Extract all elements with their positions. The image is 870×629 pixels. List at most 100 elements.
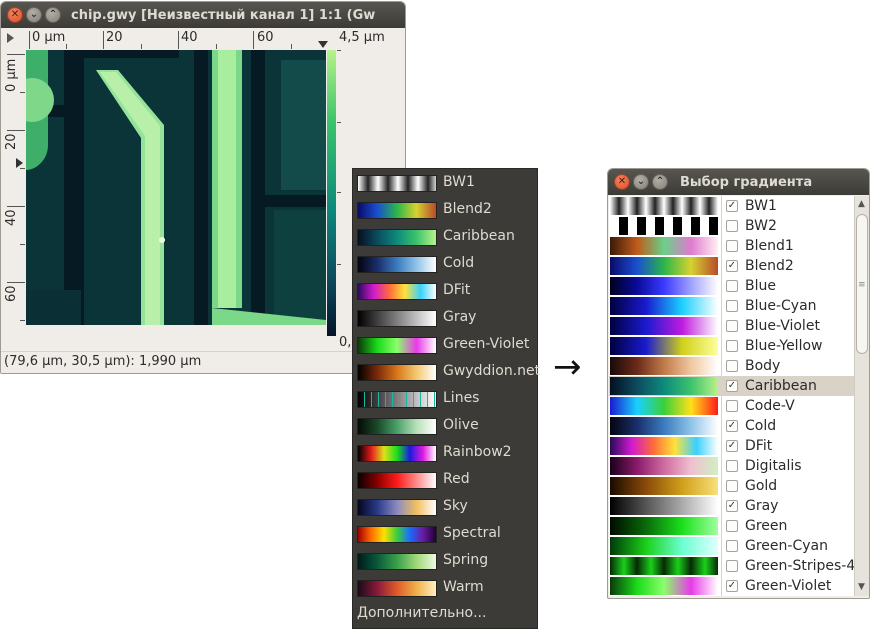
menu-item-green-violet[interactable]: Green-Violet — [353, 332, 539, 359]
gradient-row-label: Green-Cyan — [745, 538, 828, 554]
vertical-ruler: 0 µm 20 40 60 — [1, 50, 25, 325]
gradient-row-label: Gray — [745, 498, 779, 514]
visibility-checkbox[interactable] — [726, 320, 738, 332]
gradient-row-blend1[interactable]: Blend1 — [609, 236, 854, 256]
scroll-down-icon[interactable]: ▼ — [858, 582, 865, 592]
gradient-popup-menu: BW1 Blend2 Caribbean Cold DFit Gray Gree… — [352, 168, 540, 629]
gradient-row-green[interactable]: Green — [609, 516, 854, 536]
gradient-row-bw2[interactable]: BW2 — [609, 216, 854, 236]
vertical-scrollbar[interactable]: ▲ ≡ ▼ — [854, 196, 869, 596]
chip-image — [26, 50, 326, 325]
menu-item-bw1[interactable]: BW1 — [353, 170, 539, 197]
menu-item-red[interactable]: Red — [353, 467, 539, 494]
gradient-row-bw1[interactable]: ✓ BW1 — [609, 196, 854, 216]
vruler-label: 0 µm — [4, 58, 19, 92]
menu-item-olive[interactable]: Olive — [353, 413, 539, 440]
menu-item-gwyddion-net[interactable]: Gwyddion.net — [353, 359, 540, 386]
minimize-icon[interactable]: ⌄ — [633, 174, 649, 190]
dialog-titlebar[interactable]: ✕ ⌄ ⌃ Выбор градиента — [608, 169, 869, 195]
visibility-checkbox[interactable] — [726, 560, 738, 572]
visibility-checkbox[interactable] — [726, 400, 738, 412]
gradient-row-blue-cyan[interactable]: Blue-Cyan — [609, 296, 854, 316]
gradient-row-blue-violet[interactable]: Blue-Violet — [609, 316, 854, 336]
gradient-row-blue[interactable]: Blue — [609, 276, 854, 296]
gradient-list[interactable]: ✓ BW1 BW2 Blend1 ✓ Blend2 Blue Blue-Cyan — [609, 196, 854, 596]
visibility-checkbox[interactable]: ✓ — [726, 380, 738, 392]
visibility-checkbox[interactable] — [726, 460, 738, 472]
visibility-checkbox[interactable]: ✓ — [726, 580, 738, 592]
olive-gradient-swatch-icon — [357, 418, 437, 435]
visibility-checkbox[interactable]: ✓ — [726, 440, 738, 452]
visibility-checkbox[interactable] — [726, 540, 738, 552]
warm-gradient-swatch-icon — [357, 580, 437, 597]
gradient-row-label: Digitalis — [745, 458, 802, 474]
image-window-titlebar[interactable]: ✕ ⌄ ⌃ chip.gwy [Неизвестный канал 1] 1:1… — [1, 2, 405, 28]
menu-item-caribbean[interactable]: Caribbean — [353, 224, 539, 251]
gradient-row-blend2[interactable]: ✓ Blend2 — [609, 256, 854, 276]
visibility-checkbox[interactable]: ✓ — [726, 420, 738, 432]
maximize-icon[interactable]: ⌃ — [652, 174, 668, 190]
visibility-checkbox[interactable]: ✓ — [726, 500, 738, 512]
menu-item-rainbow2[interactable]: Rainbow2 — [353, 440, 539, 467]
ruler-corner-menu-icon[interactable] — [7, 33, 14, 43]
hruler-label: 40 — [181, 30, 198, 45]
dfit-gradient-swatch-icon — [610, 437, 718, 455]
gradient-row-label: BW2 — [745, 218, 777, 234]
menu-item-spring[interactable]: Spring — [353, 548, 539, 575]
visibility-checkbox[interactable] — [726, 300, 738, 312]
gradient-row-label: Blue-Violet — [745, 318, 820, 334]
gradient-row-label: Blend2 — [745, 258, 794, 274]
gradient-row-caribbean[interactable]: ✓ Caribbean — [609, 376, 854, 396]
gradient-row-digitalis[interactable]: Digitalis — [609, 456, 854, 476]
menu-item-label: Warm — [443, 579, 484, 595]
visibility-checkbox[interactable]: ✓ — [726, 260, 738, 272]
menu-item-sky[interactable]: Sky — [353, 494, 539, 521]
gradient-row-green-stripes-4[interactable]: Green-Stripes-4 — [609, 556, 854, 576]
visibility-checkbox[interactable] — [726, 220, 738, 232]
lines-gradient-swatch-icon — [357, 391, 437, 408]
visibility-checkbox[interactable] — [726, 240, 738, 252]
gradient-row-dfit[interactable]: ✓ DFit — [609, 436, 854, 456]
menu-item-dfit[interactable]: DFit — [353, 278, 539, 305]
scroll-up-icon[interactable]: ▲ — [858, 199, 865, 209]
visibility-checkbox[interactable] — [726, 480, 738, 492]
gradient-row-blue-yellow[interactable]: Blue-Yellow — [609, 336, 854, 356]
gradient-row-gold[interactable]: Gold — [609, 476, 854, 496]
vruler-label: 60 — [4, 285, 19, 302]
menu-item-blend2[interactable]: Blend2 — [353, 197, 539, 224]
gradient-row-green-violet[interactable]: ✓ Green-Violet — [609, 576, 854, 596]
menu-item-lines[interactable]: Lines — [353, 386, 539, 413]
visibility-checkbox[interactable] — [726, 340, 738, 352]
scrollbar-grip-icon: ≡ — [858, 280, 866, 290]
menu-item-cold[interactable]: Cold — [353, 251, 539, 278]
menu-item-more[interactable]: Дополнительно... — [357, 605, 486, 621]
gradient-row-cold[interactable]: ✓ Cold — [609, 416, 854, 436]
close-icon[interactable]: ✕ — [7, 7, 23, 23]
gradient-row-body[interactable]: Body — [609, 356, 854, 376]
close-icon[interactable]: ✕ — [614, 174, 630, 190]
menu-item-label: Caribbean — [443, 228, 515, 244]
visibility-checkbox[interactable] — [726, 520, 738, 532]
vruler-label: 20 — [4, 133, 19, 150]
gradient-row-green-cyan[interactable]: Green-Cyan — [609, 536, 854, 556]
bw2-gradient-swatch-icon — [610, 217, 718, 235]
menu-item-gray[interactable]: Gray — [353, 305, 539, 332]
menu-item-warm[interactable]: Warm — [353, 575, 539, 602]
gradient-row-label: Green-Stripes-4 — [745, 558, 854, 574]
gradient-row-label: Green-Violet — [745, 578, 832, 594]
gradient-row-gray[interactable]: ✓ Gray — [609, 496, 854, 516]
maximize-icon[interactable]: ⌃ — [45, 7, 61, 23]
visibility-checkbox[interactable] — [726, 280, 738, 292]
menu-item-label: Spring — [443, 552, 489, 568]
chip-image-canvas[interactable] — [26, 50, 326, 325]
rainbow2-gradient-swatch-icon — [357, 445, 437, 462]
gradient-row-code-v[interactable]: Code-V — [609, 396, 854, 416]
menu-item-spectral[interactable]: Spectral — [353, 521, 539, 548]
visibility-checkbox[interactable]: ✓ — [726, 200, 738, 212]
blend2-gradient-swatch-icon — [357, 202, 437, 219]
gradient-selector-dialog: ✕ ⌄ ⌃ Выбор градиента ✓ BW1 BW2 Blend1 ✓… — [607, 168, 870, 599]
blue-violet-gradient-swatch-icon — [610, 317, 718, 335]
minimize-icon[interactable]: ⌄ — [26, 7, 42, 23]
green-violet-gradient-swatch-icon — [357, 337, 437, 354]
visibility-checkbox[interactable] — [726, 360, 738, 372]
